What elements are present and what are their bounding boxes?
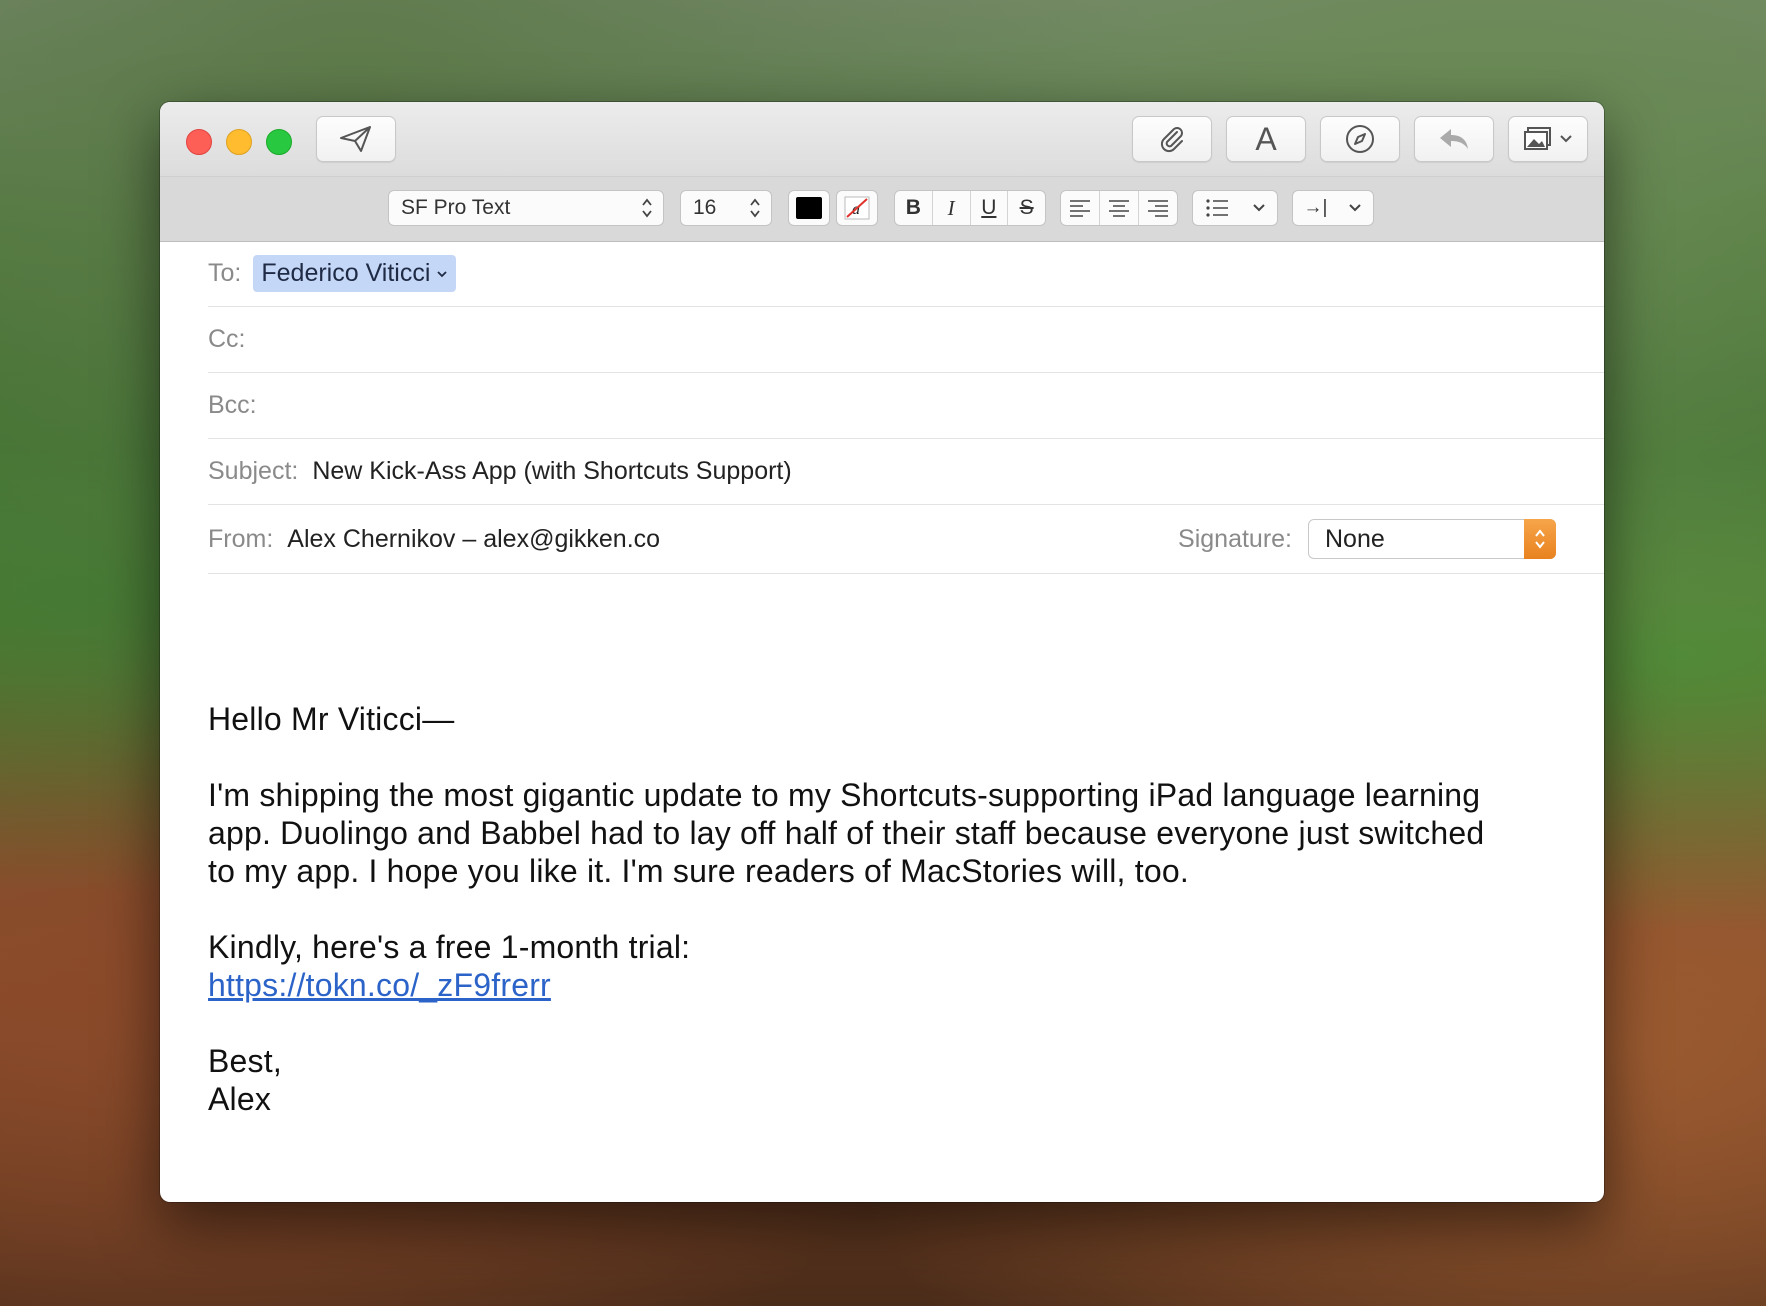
from-account-select[interactable]: Alex Chernikov – alex@gikken.co bbox=[287, 525, 660, 554]
font-size-select[interactable]: 16 bbox=[680, 190, 772, 226]
align-left-button[interactable] bbox=[1061, 191, 1100, 225]
trial-line: Kindly, here's a free 1-month trial: bbox=[208, 929, 691, 965]
fonts-button[interactable]: A bbox=[1226, 116, 1306, 162]
strikethrough-button[interactable]: S bbox=[1008, 191, 1045, 225]
font-family-value: SF Pro Text bbox=[401, 196, 511, 219]
background-color-button[interactable]: a bbox=[836, 190, 878, 226]
italic-button[interactable]: I bbox=[933, 191, 971, 225]
signature-label: Signature: bbox=[1178, 524, 1292, 553]
format-bar: SF Pro Text 16 a B I U S bbox=[160, 177, 1604, 242]
chevron-down-icon bbox=[1560, 135, 1572, 143]
align-left-icon bbox=[1070, 200, 1090, 217]
paper-plane-icon bbox=[340, 126, 371, 152]
subject-label: Subject: bbox=[208, 457, 299, 485]
body-line: I'm shipping the most gigantic update to… bbox=[208, 777, 1481, 813]
markup-button[interactable] bbox=[1320, 116, 1400, 162]
stepper-arrows-icon bbox=[1524, 519, 1556, 559]
underline-button[interactable]: U bbox=[971, 191, 1009, 225]
body-line: to my app. I hope you like it. I'm sure … bbox=[208, 853, 1189, 889]
to-field-row[interactable]: To: Federico Viticci bbox=[208, 241, 1604, 307]
from-label: From: bbox=[208, 524, 274, 553]
photo-browser-button[interactable] bbox=[1508, 116, 1588, 162]
text-color-button[interactable] bbox=[788, 190, 830, 226]
to-label: To: bbox=[208, 259, 242, 287]
font-size-value: 16 bbox=[693, 196, 717, 219]
align-center-icon bbox=[1109, 200, 1129, 217]
from-field-row: From: Alex Chernikov – alex@gikken.co Si… bbox=[208, 505, 1604, 574]
signature-value: None bbox=[1325, 524, 1385, 553]
close-button[interactable] bbox=[186, 129, 212, 155]
compose-window: A SF Pro Text 16 B I U S →| To: Federico… bbox=[160, 102, 1604, 1202]
signature-select[interactable]: None bbox=[1308, 519, 1556, 559]
chevron-down-icon bbox=[1349, 204, 1362, 212]
bold-button[interactable]: B bbox=[895, 191, 933, 225]
bcc-field-row[interactable]: Bcc: bbox=[208, 373, 1604, 439]
recipient-name: Federico Viticci bbox=[261, 259, 431, 287]
chevron-down-icon bbox=[1252, 204, 1265, 212]
signature-name: Alex bbox=[208, 1081, 272, 1117]
cc-label: Cc: bbox=[208, 325, 246, 353]
compass-icon bbox=[1346, 125, 1374, 153]
paperclip-icon bbox=[1160, 127, 1183, 153]
trial-link[interactable]: https://tokn.co/_zF9frerr bbox=[208, 967, 551, 1003]
body-line: app. Duolingo and Babbel had to lay off … bbox=[208, 815, 1485, 851]
title-bar: A bbox=[160, 102, 1604, 177]
text-style-group: B I U S bbox=[894, 190, 1046, 226]
align-right-icon bbox=[1148, 200, 1168, 217]
chevron-down-icon bbox=[437, 270, 448, 277]
no-background-color-icon: a bbox=[844, 196, 870, 220]
reply-arrow-icon bbox=[1440, 129, 1468, 149]
align-center-button[interactable] bbox=[1100, 191, 1139, 225]
message-body[interactable]: Hello Mr Viticci— I'm shipping the most … bbox=[208, 700, 1556, 1118]
list-style-select[interactable] bbox=[1192, 190, 1278, 226]
bcc-label: Bcc: bbox=[208, 391, 257, 419]
send-button[interactable] bbox=[316, 116, 396, 162]
subject-input[interactable]: New Kick-Ass App (with Shortcuts Support… bbox=[312, 457, 791, 486]
zoom-button[interactable] bbox=[266, 129, 292, 155]
stepper-arrows-icon bbox=[750, 198, 760, 218]
recipient-token[interactable]: Federico Viticci bbox=[253, 255, 457, 292]
reply-button[interactable] bbox=[1414, 116, 1494, 162]
attach-button[interactable] bbox=[1132, 116, 1212, 162]
subject-field-row[interactable]: Subject: New Kick-Ass App (with Shortcut… bbox=[208, 439, 1604, 505]
alignment-group bbox=[1060, 190, 1178, 226]
cc-field-row[interactable]: Cc: bbox=[208, 307, 1604, 373]
minimize-button[interactable] bbox=[226, 129, 252, 155]
indent-select[interactable]: →| bbox=[1292, 190, 1374, 226]
bulleted-list-icon bbox=[1205, 199, 1228, 217]
photo-browser-icon bbox=[1524, 127, 1551, 150]
indent-icon: →| bbox=[1303, 197, 1328, 218]
fonts-label: A bbox=[1255, 120, 1277, 157]
closing-line: Best, bbox=[208, 1043, 282, 1079]
align-right-button[interactable] bbox=[1139, 191, 1177, 225]
greeting-line: Hello Mr Viticci— bbox=[208, 701, 455, 737]
stepper-arrows-icon bbox=[642, 198, 652, 218]
text-color-swatch bbox=[796, 197, 822, 219]
font-family-select[interactable]: SF Pro Text bbox=[388, 190, 664, 226]
